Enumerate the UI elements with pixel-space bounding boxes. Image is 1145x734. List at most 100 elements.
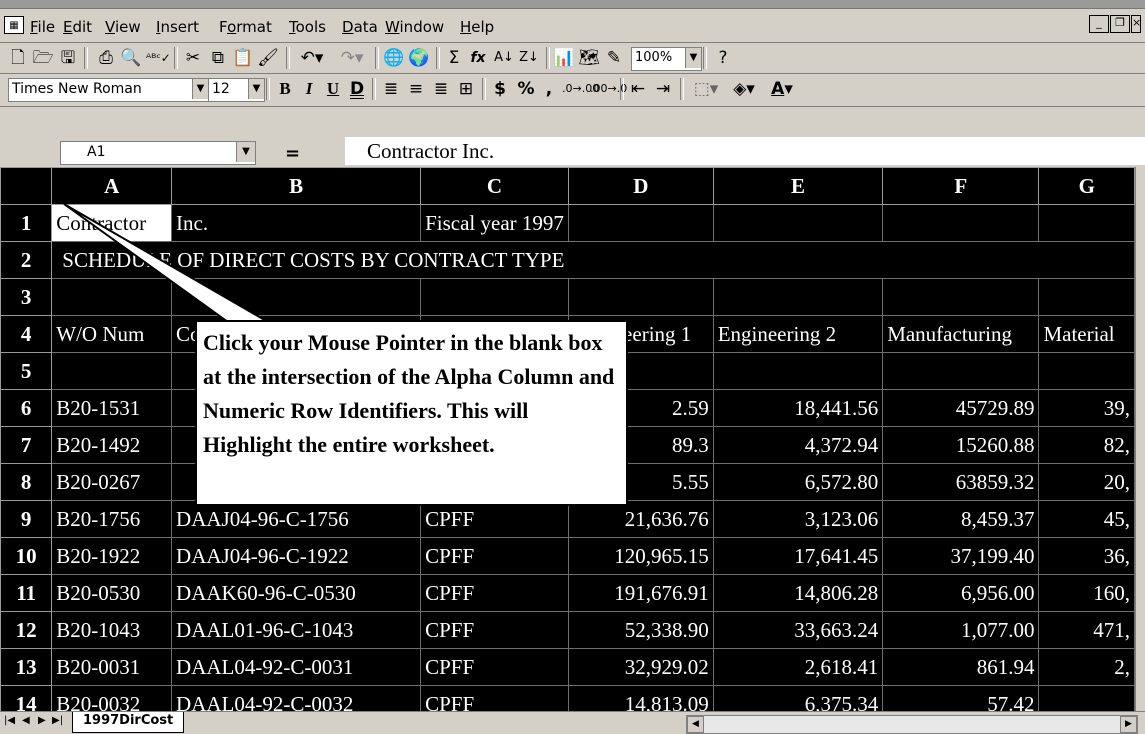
cell-a6[interactable]: B20-1531: [51, 389, 173, 427]
hyperlink-icon[interactable]: 🌐: [383, 47, 405, 69]
cell-b12[interactable]: DAAL01-96-C-1043: [171, 611, 422, 649]
cell-e12[interactable]: 33,663.24: [712, 611, 884, 649]
cell-g7[interactable]: 82,: [1038, 426, 1135, 464]
cell-d9[interactable]: 21,636.76: [567, 500, 714, 538]
redo-icon[interactable]: ↷▾: [334, 47, 370, 69]
cell-g5[interactable]: [1038, 352, 1135, 390]
font-color-icon[interactable]: A▾: [764, 78, 800, 100]
horizontal-scrollbar[interactable]: ◀ ▶: [686, 715, 1138, 734]
sort-ascending-icon[interactable]: A↓: [493, 47, 515, 69]
row-header-10[interactable]: 10: [0, 537, 53, 575]
cell-g12[interactable]: 471,: [1038, 611, 1135, 649]
cell-f5[interactable]: [882, 352, 1040, 390]
office-assistant-icon[interactable]: ?: [712, 47, 734, 69]
cell-e7[interactable]: 4,372.94: [712, 426, 884, 464]
italic-button[interactable]: I: [298, 78, 320, 100]
cell-f14[interactable]: 57.42: [882, 685, 1040, 711]
cell-g6[interactable]: 39,: [1038, 389, 1135, 427]
cell-f12[interactable]: 1,077.00: [882, 611, 1040, 649]
cell-b3[interactable]: [171, 278, 422, 316]
cell-g11[interactable]: 160,: [1038, 574, 1135, 612]
chevron-down-icon[interactable]: ▼: [248, 79, 264, 99]
cell-d10[interactable]: 120,965.15: [567, 537, 714, 575]
cell-f1[interactable]: [882, 204, 1040, 242]
cell-g8[interactable]: 20,: [1038, 463, 1135, 501]
row-header-8[interactable]: 8: [0, 463, 53, 501]
align-center-icon[interactable]: ≡: [405, 78, 427, 100]
column-header-b[interactable]: B: [171, 167, 422, 205]
column-header-c[interactable]: C: [420, 167, 569, 205]
cell-c14[interactable]: CPFF: [420, 685, 569, 711]
cell-c9[interactable]: CPFF: [420, 500, 569, 538]
borders-icon[interactable]: ⬚▾: [688, 78, 724, 100]
drawing-icon[interactable]: ✎: [603, 47, 625, 69]
row-header-3[interactable]: 3: [0, 278, 53, 316]
cell-b1[interactable]: Inc.: [171, 204, 422, 242]
print-icon[interactable]: ⎙: [95, 47, 117, 69]
cut-icon[interactable]: ✂: [182, 47, 204, 69]
cell-f6[interactable]: 45729.89: [882, 389, 1040, 427]
cell-a9[interactable]: B20-1756: [51, 500, 173, 538]
paste-icon[interactable]: 📋: [232, 47, 254, 69]
cell-d13[interactable]: 32,929.02: [567, 648, 714, 686]
align-left-icon[interactable]: ≣: [380, 78, 402, 100]
cell-c13[interactable]: CPFF: [420, 648, 569, 686]
cell-a10[interactable]: B20-1922: [51, 537, 173, 575]
cell-f11[interactable]: 6,956.00: [882, 574, 1040, 612]
percent-button[interactable]: %: [515, 78, 537, 100]
cell-e4[interactable]: Engineering 2: [712, 315, 884, 353]
cell-f8[interactable]: 63859.32: [882, 463, 1040, 501]
vertical-scrollbar[interactable]: [1135, 167, 1145, 711]
increase-decimal-icon[interactable]: .0→.00: [562, 78, 599, 100]
cell-a8[interactable]: B20-0267: [51, 463, 173, 501]
equals-sign[interactable]: =: [285, 143, 300, 164]
cell-d12[interactable]: 52,338.90: [567, 611, 714, 649]
menu-item-data[interactable]: Data: [342, 18, 378, 36]
comma-button[interactable]: ,: [540, 78, 558, 100]
cell-f10[interactable]: 37,199.40: [882, 537, 1040, 575]
row-header-11[interactable]: 11: [0, 574, 53, 612]
column-header-d[interactable]: D: [567, 167, 714, 205]
cell-b9[interactable]: DAAJ04-96-C-1756: [171, 500, 422, 538]
menu-item-window[interactable]: Window: [385, 18, 444, 36]
last-sheet-icon[interactable]: ▶|: [52, 715, 63, 726]
web-toolbar-icon[interactable]: 🌍: [408, 47, 430, 69]
cell-a3[interactable]: [51, 278, 173, 316]
cell-d14[interactable]: 14,813.09: [567, 685, 714, 711]
sheet-tab-1997dircost[interactable]: 1997DirCost: [72, 712, 185, 733]
cell-f4[interactable]: Manufacturing: [882, 315, 1040, 353]
undo-icon[interactable]: ↶▾: [294, 47, 330, 69]
prev-sheet-icon[interactable]: ◀: [22, 715, 30, 726]
cell-g3[interactable]: [1038, 278, 1135, 316]
cell-a7[interactable]: B20-1492: [51, 426, 173, 464]
cell-d11[interactable]: 191,676.91: [567, 574, 714, 612]
cell-b10[interactable]: DAAJ04-96-C-1922: [171, 537, 422, 575]
menu-item-edit[interactable]: Edit: [63, 18, 92, 36]
cell-f7[interactable]: 15260.88: [882, 426, 1040, 464]
save-icon[interactable]: 🖫: [58, 47, 78, 69]
cell-e3[interactable]: [712, 278, 884, 316]
cell-c3[interactable]: [420, 278, 569, 316]
cell-d1[interactable]: [567, 204, 714, 242]
close-icon[interactable]: ×: [1131, 15, 1141, 33]
cell-f3[interactable]: [882, 278, 1040, 316]
fill-color-icon[interactable]: ◈▾: [726, 78, 762, 100]
sort-descending-icon[interactable]: Z↓: [518, 47, 540, 69]
row-header-12[interactable]: 12: [0, 611, 53, 649]
font-size-select[interactable]: 12 ▼: [208, 78, 265, 102]
cell-b13[interactable]: DAAL04-92-C-0031: [171, 648, 422, 686]
column-header-a[interactable]: A: [51, 167, 173, 205]
column-header-f[interactable]: F: [882, 167, 1040, 205]
column-header-g[interactable]: G: [1038, 167, 1135, 205]
merge-center-icon[interactable]: ⊞: [455, 78, 477, 100]
cell-e13[interactable]: 2,618.41: [712, 648, 884, 686]
column-header-e[interactable]: E: [712, 167, 884, 205]
minimize-icon[interactable]: _: [1089, 15, 1109, 33]
cell-b11[interactable]: DAAK60-96-C-0530: [171, 574, 422, 612]
menu-item-view[interactable]: View: [105, 18, 141, 36]
row-header-1[interactable]: 1: [0, 204, 53, 242]
cell-g4[interactable]: Material: [1038, 315, 1135, 353]
row-header-13[interactable]: 13: [0, 648, 53, 686]
cell-b14[interactable]: DAAL04-92-C-0032: [171, 685, 422, 711]
cell-c12[interactable]: CPFF: [420, 611, 569, 649]
